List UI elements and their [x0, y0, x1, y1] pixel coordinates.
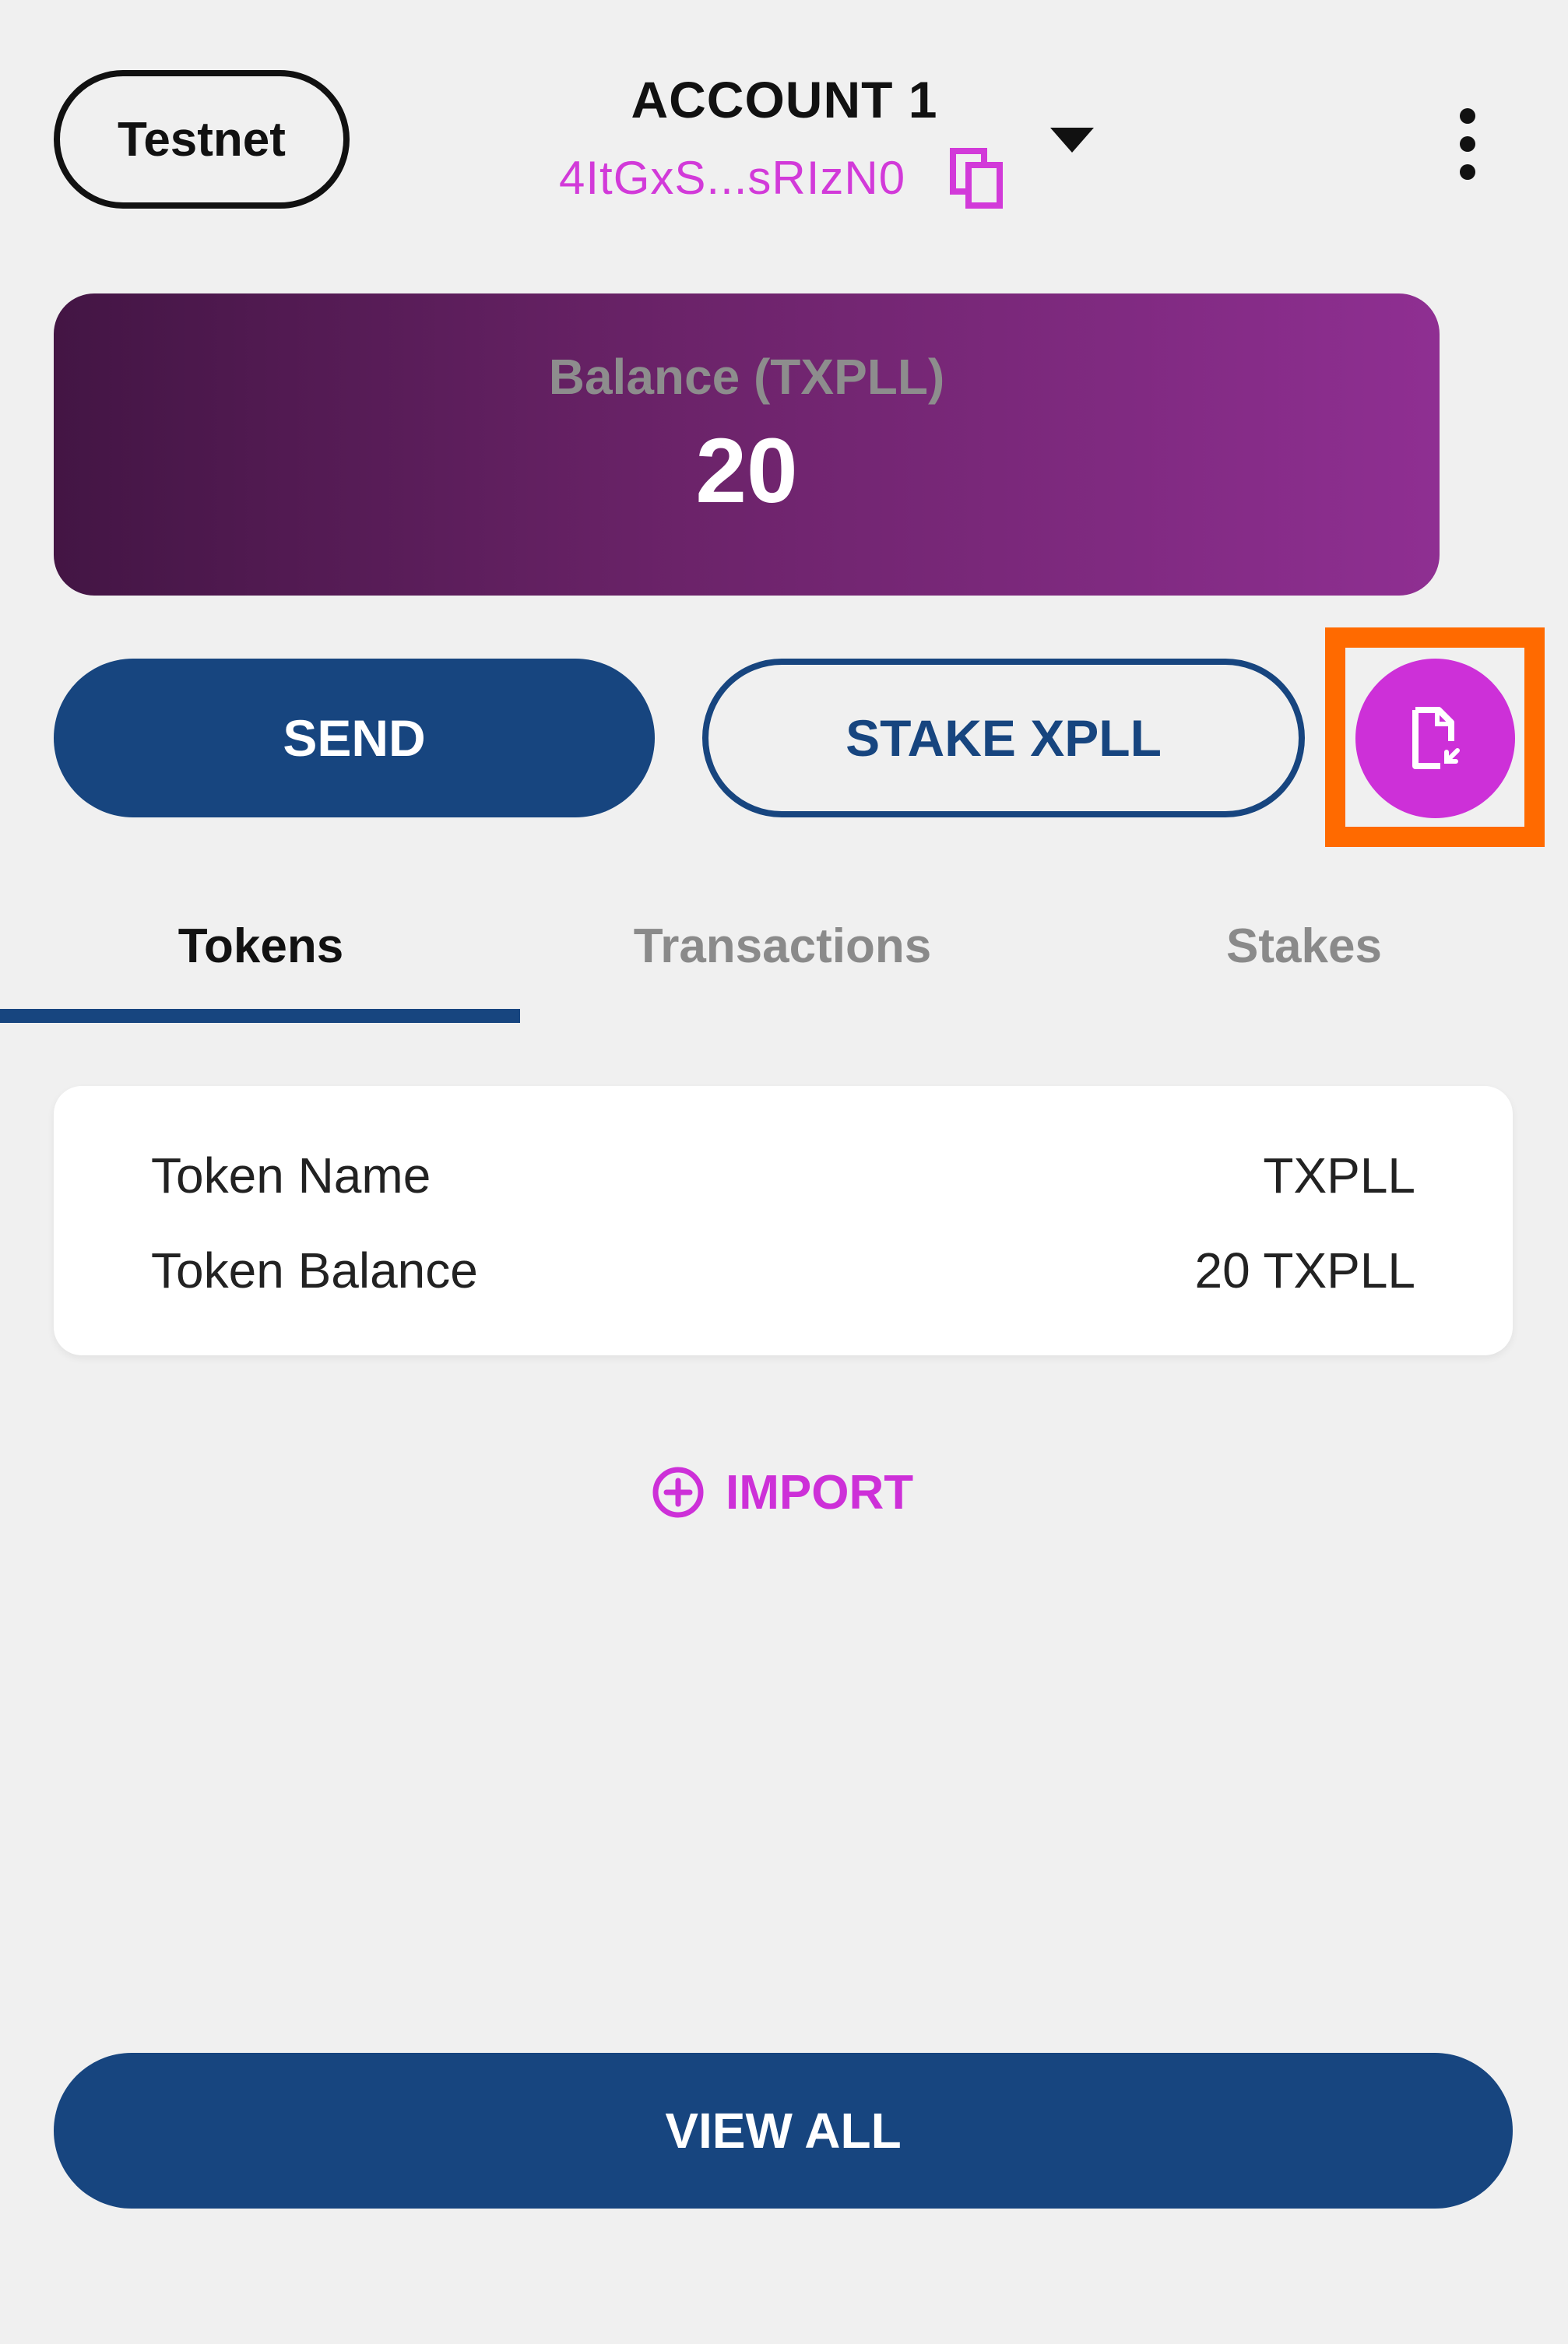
token-balance-row: Token Balance 20 TXPLL	[151, 1242, 1415, 1304]
copy-icon[interactable]	[950, 148, 1006, 210]
more-vertical-icon[interactable]	[1452, 105, 1483, 183]
chevron-down-icon[interactable]	[1047, 125, 1097, 156]
account-selector[interactable]: ACCOUNT 1 4ItGxS...sRIzN0	[467, 70, 1090, 234]
import-button[interactable]: IMPORT	[651, 1461, 913, 1523]
network-label: Testnet	[118, 112, 286, 167]
token-card: Token Name TXPLL Token Balance 20 TXPLL	[54, 1086, 1513, 1355]
balance-label: Balance (TXPLL)	[548, 349, 945, 405]
network-selector-button[interactable]: Testnet	[54, 70, 350, 209]
token-balance-label: Token Balance	[151, 1242, 478, 1299]
tab-stakes[interactable]: Stakes	[1043, 919, 1565, 974]
account-name: ACCOUNT 1	[631, 71, 938, 128]
document-receive-icon	[1412, 706, 1460, 769]
view-all-button[interactable]: VIEW ALL	[54, 2053, 1513, 2209]
receive-button[interactable]	[1355, 659, 1515, 818]
import-label: IMPORT	[726, 1465, 914, 1520]
balance-card: Balance (TXPLL) 20	[54, 293, 1440, 596]
balance-value: 20	[695, 420, 798, 522]
tab-transactions[interactable]: Transactions	[522, 919, 1043, 974]
token-name-value: TXPLL	[1263, 1147, 1415, 1204]
token-name-row: Token Name TXPLL	[151, 1147, 1415, 1209]
account-address: 4ItGxS...sRIzN0	[559, 152, 906, 204]
stake-button[interactable]: STAKE XPLL	[702, 659, 1305, 817]
token-balance-value: 20 TXPLL	[1194, 1242, 1415, 1299]
token-name-label: Token Name	[151, 1147, 431, 1204]
plus-circle-icon	[652, 1467, 704, 1518]
tab-tokens[interactable]: Tokens	[0, 919, 522, 974]
send-button[interactable]: SEND	[54, 659, 655, 817]
active-tab-indicator	[0, 1009, 520, 1023]
tab-bar: Tokens Transactions Stakes	[0, 919, 1568, 1028]
